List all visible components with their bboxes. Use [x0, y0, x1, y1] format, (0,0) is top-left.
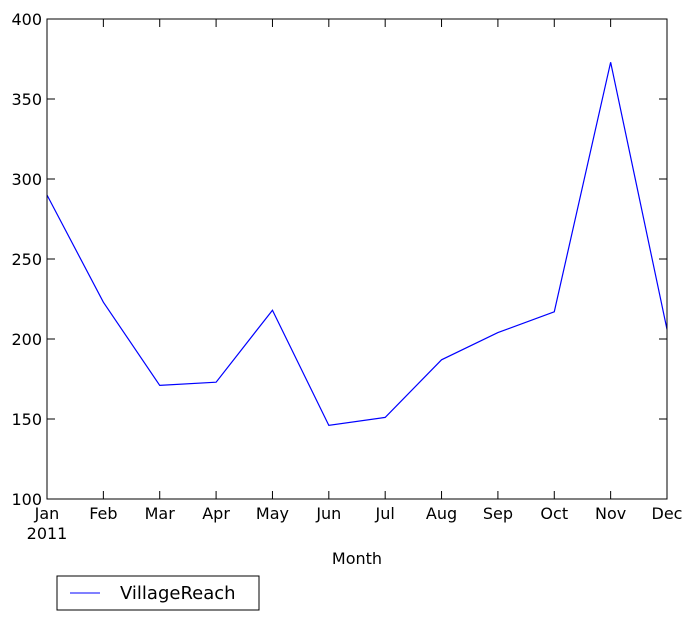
- series-line-villagereach: [46, 62, 668, 427]
- x-tick-label: Apr: [202, 504, 230, 523]
- legend: VillageReach: [56, 575, 260, 611]
- x-tick-label: Jun: [315, 504, 341, 523]
- y-tick-label: 400: [11, 10, 42, 29]
- x-year-label: 2011: [27, 524, 68, 543]
- y-tick-label: 200: [11, 330, 42, 349]
- legend-label-villagereach: VillageReach: [120, 583, 236, 604]
- x-tick-label: May: [256, 504, 289, 523]
- x-tick-label: Jan: [34, 504, 60, 523]
- y-tick-label: 250: [11, 250, 42, 269]
- x-axis-label: Month: [332, 549, 382, 568]
- plot-frame: [46, 18, 668, 500]
- x-tick-label: Oct: [540, 504, 568, 523]
- x-tick-label: Dec: [652, 504, 683, 523]
- x-tick-label: Mar: [145, 504, 176, 523]
- line-chart: 100150200250300350400Jan Feb Mar Apr May Jun J…: [11, 10, 683, 611]
- y-tick-label: 300: [11, 170, 42, 189]
- y-tick-label: 350: [11, 90, 42, 109]
- x-tick-label: Feb: [89, 504, 117, 523]
- x-tick-label: Sep: [483, 504, 513, 523]
- x-tick-label: Aug: [426, 504, 457, 523]
- x-tick-label: Jul: [375, 504, 395, 523]
- y-tick-label: 150: [11, 410, 42, 429]
- x-tick-label: Nov: [595, 504, 626, 523]
